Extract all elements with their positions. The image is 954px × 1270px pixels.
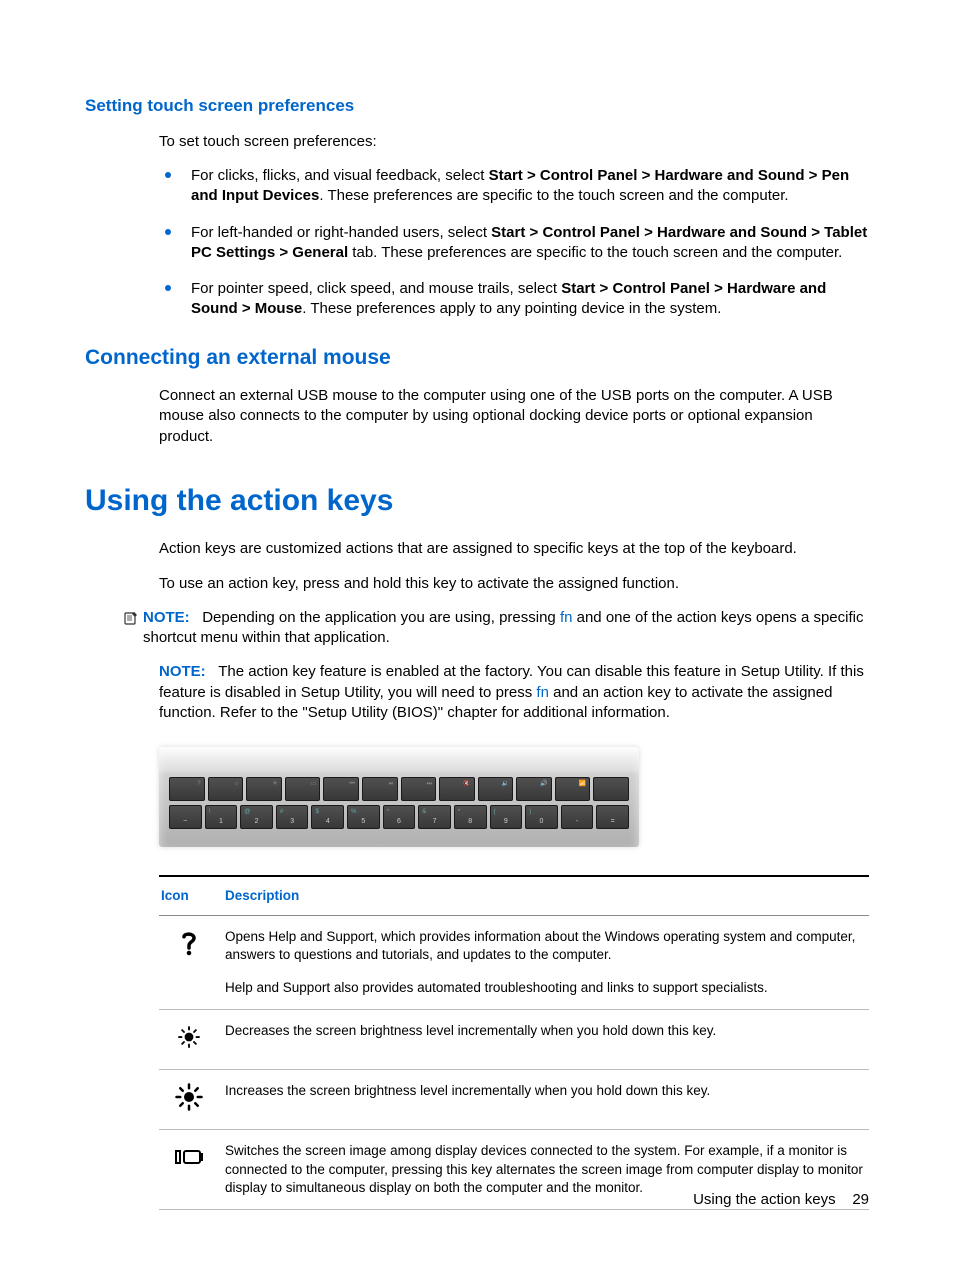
note-pre: Depending on the application you are usi… <box>202 609 560 626</box>
key: ^6 <box>383 805 416 829</box>
key <box>593 777 629 801</box>
action-keys-para1: Action keys are customized actions that … <box>159 539 869 559</box>
key: ☼ <box>208 777 244 801</box>
brightness-up-icon <box>159 1070 223 1130</box>
fn-text: fn <box>536 684 549 701</box>
key: #3 <box>276 805 309 829</box>
key: )0 <box>525 805 558 829</box>
key: $4 <box>311 805 344 829</box>
list-text-pre: For left-handed or right-handed users, s… <box>191 224 491 241</box>
bullet-icon <box>165 172 171 178</box>
key: 🔇 <box>439 777 475 801</box>
table-row: Opens Help and Support, which provides i… <box>159 916 869 1010</box>
list-text-post: tab. These preferences are specific to t… <box>348 244 842 261</box>
list-item: For pointer speed, click speed, and mous… <box>159 279 869 320</box>
key: ~ <box>169 805 202 829</box>
table-desc: Decreases the screen brightness level in… <box>223 1009 869 1069</box>
page-number: 29 <box>852 1191 869 1208</box>
note-icon <box>123 610 139 632</box>
key: &7 <box>418 805 451 829</box>
table-row: Decreases the screen brightness level in… <box>159 1009 869 1069</box>
key: ⏯ <box>362 777 398 801</box>
key: %5 <box>347 805 380 829</box>
list-text-pre: For pointer speed, click speed, and mous… <box>191 280 561 297</box>
note1-text: NOTE: Depending on the application you a… <box>143 608 869 649</box>
keyboard-row-fn: ? ☼ ☀ ▭ ⏮ ⏯ ⏭ 🔇 🔉 🔊 📶 <box>169 777 629 801</box>
list-text-post: . These preferences are specific to the … <box>319 187 788 204</box>
key: ? <box>169 777 205 801</box>
key: *8 <box>454 805 487 829</box>
page-footer: Using the action keys 29 <box>693 1190 869 1210</box>
desc-text: Increases the screen brightness level in… <box>225 1082 863 1100</box>
touch-prefs-intro: To set touch screen preferences: <box>159 132 869 152</box>
brightness-down-icon <box>159 1009 223 1069</box>
bullet-icon <box>165 229 171 235</box>
list-item: For clicks, flicks, and visual feedback,… <box>159 166 869 207</box>
keyboard-row-num: ~ !1 @2 #3 $4 %5 ^6 &7 *8 (9 )0 - = <box>169 805 629 829</box>
table-header-desc: Description <box>223 876 869 916</box>
keyboard-image: ? ☼ ☀ ▭ ⏮ ⏯ ⏭ 🔇 🔉 🔊 📶 ~ !1 @2 #3 $4 %5 ^… <box>159 747 639 847</box>
note2-block: NOTE: The action key feature is enabled … <box>159 662 869 723</box>
key: !1 <box>205 805 238 829</box>
action-keys-table: Icon Description Opens Help and Support,… <box>159 875 869 1210</box>
table-header-icon: Icon <box>159 876 223 916</box>
table-row: Increases the screen brightness level in… <box>159 1070 869 1130</box>
key: ⏮ <box>323 777 359 801</box>
note-label: NOTE: <box>143 609 190 626</box>
key: ☀ <box>246 777 282 801</box>
note-label: NOTE: <box>159 663 206 680</box>
heading-action-keys: Using the action keys <box>85 481 869 522</box>
table-desc: Increases the screen brightness level in… <box>223 1070 869 1130</box>
desc-text: Decreases the screen brightness level in… <box>225 1022 863 1040</box>
key: 🔊 <box>516 777 552 801</box>
key: (9 <box>490 805 523 829</box>
list-text-pre: For clicks, flicks, and visual feedback,… <box>191 167 489 184</box>
key: 📶 <box>555 777 591 801</box>
fn-text: fn <box>560 609 573 626</box>
table-desc: Opens Help and Support, which provides i… <box>223 916 869 1010</box>
heading-external-mouse: Connecting an external mouse <box>85 344 869 372</box>
note-block-1: NOTE: Depending on the application you a… <box>143 608 869 649</box>
key: 🔉 <box>478 777 514 801</box>
list-item: For left-handed or right-handed users, s… <box>159 223 869 264</box>
desc-text: Help and Support also provides automated… <box>225 979 863 997</box>
help-icon <box>159 916 223 1010</box>
display-switch-icon <box>159 1130 223 1210</box>
key: ⏭ <box>401 777 437 801</box>
heading-touch-prefs: Setting touch screen preferences <box>85 95 869 118</box>
footer-text: Using the action keys <box>693 1191 836 1208</box>
key: = <box>596 805 629 829</box>
key: - <box>561 805 594 829</box>
desc-text: Opens Help and Support, which provides i… <box>225 928 863 964</box>
list-text-post: . These preferences apply to any pointin… <box>302 300 721 317</box>
external-mouse-para: Connect an external USB mouse to the com… <box>159 386 869 447</box>
key: ▭ <box>285 777 321 801</box>
touch-prefs-list: For clicks, flicks, and visual feedback,… <box>159 166 869 320</box>
action-keys-para2: To use an action key, press and hold thi… <box>159 574 869 594</box>
key: @2 <box>240 805 273 829</box>
bullet-icon <box>165 285 171 291</box>
